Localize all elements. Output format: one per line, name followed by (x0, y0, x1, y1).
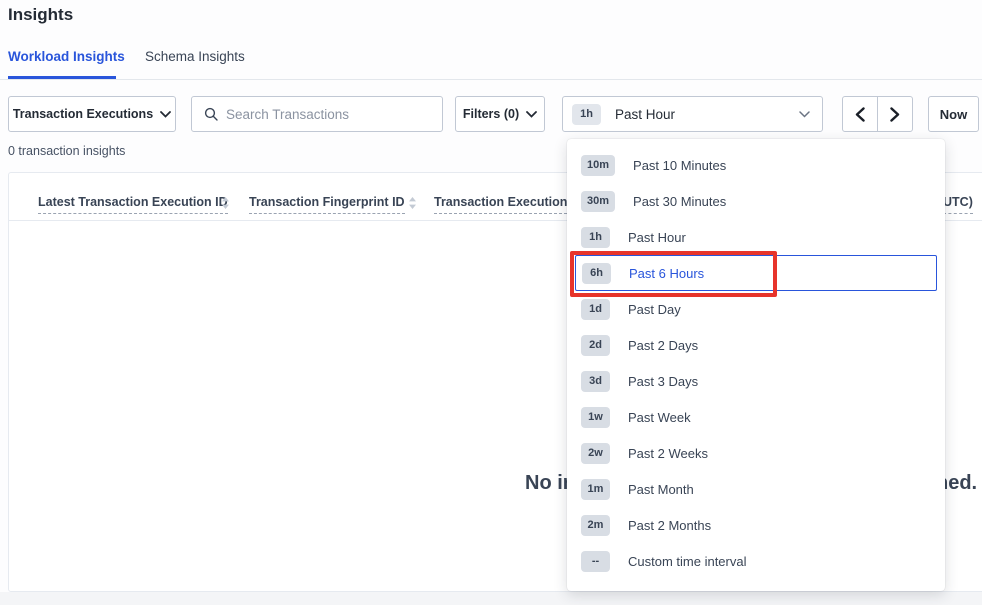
sort-icon[interactable] (408, 197, 417, 209)
interval-badge: 2m (581, 515, 610, 536)
chevron-down-icon (526, 111, 537, 118)
interval-label: Past 3 Days (628, 374, 698, 389)
next-interval-button[interactable] (878, 97, 913, 131)
interval-label: Past 2 Months (628, 518, 711, 533)
search-box[interactable] (191, 96, 443, 132)
interval-label: Past Hour (628, 230, 686, 245)
now-button-label: Now (940, 107, 967, 122)
prev-interval-button[interactable] (843, 97, 878, 131)
insights-count: 0 transaction insights (8, 144, 125, 158)
interval-label: Past 6 Hours (629, 266, 704, 281)
menu-item-past-day[interactable]: 1d Past Day (575, 291, 937, 327)
now-button[interactable]: Now (928, 96, 979, 132)
menu-item-custom-time-interval[interactable]: -- Custom time interval (575, 543, 937, 579)
interval-badge: 2w (581, 443, 610, 464)
time-interval-label: Past Hour (615, 107, 799, 122)
interval-badge: 1m (581, 479, 610, 500)
page-bottom-gutter (0, 592, 982, 605)
interval-badge: 3d (581, 371, 610, 392)
menu-item-past-30-minutes[interactable]: 30m Past 30 Minutes (575, 183, 937, 219)
interval-label: Past 10 Minutes (633, 158, 726, 173)
search-icon (204, 107, 218, 121)
column-header-txn-fingerprint-id[interactable]: Transaction Fingerprint ID (249, 195, 405, 214)
interval-label: Custom time interval (628, 554, 746, 569)
filters-button-label: Filters (0) (463, 107, 519, 121)
chevron-down-icon (799, 111, 810, 118)
chevron-down-icon (160, 111, 171, 118)
interval-badge: 1w (581, 407, 610, 428)
menu-item-past-week[interactable]: 1w Past Week (575, 399, 937, 435)
interval-badge: 10m (581, 155, 615, 176)
interval-badge: 1h (581, 227, 610, 248)
tab-schema-insights[interactable]: Schema Insights (145, 49, 245, 64)
time-interval-select[interactable]: 1h Past Hour (562, 96, 823, 132)
menu-item-past-2-months[interactable]: 2m Past 2 Months (575, 507, 937, 543)
interval-label: Past Week (628, 410, 691, 425)
column-header-latest-txn-exec-id[interactable]: Latest Transaction Execution ID (38, 195, 228, 214)
time-interval-badge: 1h (572, 104, 601, 125)
menu-item-past-3-days[interactable]: 3d Past 3 Days (575, 363, 937, 399)
interval-badge: 6h (582, 263, 611, 284)
tabs-divider (0, 79, 982, 80)
menu-item-past-6-hours[interactable]: 6h Past 6 Hours (575, 255, 937, 291)
interval-badge: -- (581, 551, 610, 572)
menu-item-past-2-days[interactable]: 2d Past 2 Days (575, 327, 937, 363)
interval-badge: 2d (581, 335, 610, 356)
tab-workload-insights[interactable]: Workload Insights (8, 49, 125, 64)
column-header-txn-execution[interactable]: Transaction Execution (434, 195, 567, 214)
interval-badge: 1d (581, 299, 610, 320)
menu-item-past-2-weeks[interactable]: 2w Past 2 Weeks (575, 435, 937, 471)
search-input[interactable] (226, 107, 416, 122)
active-tab-underline (8, 76, 116, 79)
page-title: Insights (8, 5, 73, 25)
menu-item-past-hour[interactable]: 1h Past Hour (575, 219, 937, 255)
interval-label: Past 2 Weeks (628, 446, 708, 461)
interval-badge: 30m (581, 191, 615, 212)
interval-label: Past Day (628, 302, 681, 317)
time-interval-dropdown-menu: 10m Past 10 Minutes 30m Past 30 Minutes … (567, 139, 945, 591)
interval-label: Past 30 Minutes (633, 194, 726, 209)
view-selector-label: Transaction Executions (13, 107, 153, 121)
time-nav-group (842, 96, 913, 132)
sort-icon[interactable] (221, 197, 230, 209)
view-selector-dropdown[interactable]: Transaction Executions (8, 96, 176, 132)
interval-label: Past Month (628, 482, 694, 497)
filters-button[interactable]: Filters (0) (455, 96, 545, 132)
interval-label: Past 2 Days (628, 338, 698, 353)
menu-item-past-month[interactable]: 1m Past Month (575, 471, 937, 507)
column-header-utc-fragment[interactable]: UTC) (943, 195, 973, 214)
menu-item-past-10-minutes[interactable]: 10m Past 10 Minutes (575, 147, 937, 183)
